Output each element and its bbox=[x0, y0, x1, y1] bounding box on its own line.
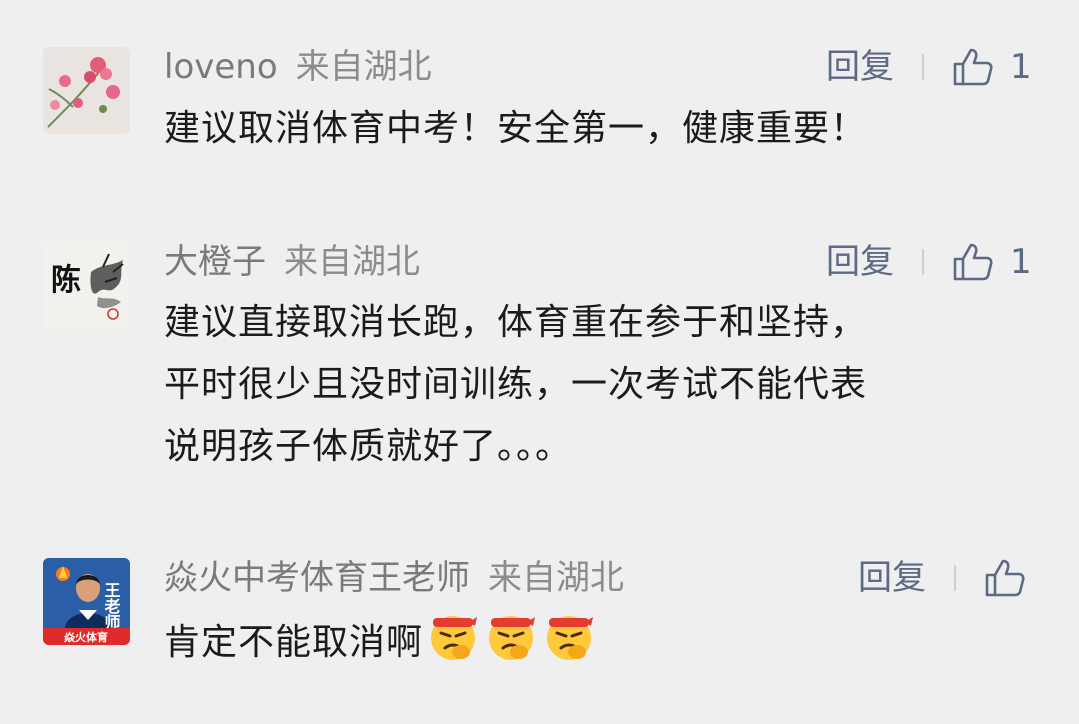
divider bbox=[922, 54, 924, 80]
thumbs-up-icon bbox=[953, 48, 993, 86]
comment-meta: 大橙子 来自湖北 bbox=[164, 240, 420, 284]
thumbs-up-icon bbox=[985, 559, 1025, 597]
comment-meta: loveno 来自湖北 bbox=[164, 45, 432, 89]
comment-text: 建议直接取消长跑，体育重在参于和坚持， 平时很少且没时间训练，一次考试不能代表 … bbox=[164, 292, 867, 478]
reply-button[interactable]: 回复 bbox=[826, 45, 894, 89]
reply-button[interactable]: 回复 bbox=[858, 556, 926, 600]
avatar-side-text: 王老师 bbox=[102, 582, 122, 631]
calligraphy-avatar-icon: 陈 bbox=[43, 242, 130, 329]
comment-actions: 回复 1 bbox=[826, 240, 1066, 284]
like-count: 1 bbox=[1010, 47, 1032, 87]
location-label: 来自湖北 bbox=[488, 558, 624, 598]
comment-text-line: 肯定不能取消啊 bbox=[164, 622, 424, 663]
angry-face-emoji bbox=[547, 616, 594, 660]
location-label: 来自湖北 bbox=[295, 47, 432, 87]
comment-actions: 回复 1 bbox=[826, 45, 1066, 89]
angry-face-emoji bbox=[431, 616, 478, 660]
username[interactable]: 大橙子 bbox=[164, 242, 266, 282]
reply-button[interactable]: 回复 bbox=[826, 240, 894, 284]
avatar[interactable]: 王老师 焱火体育 bbox=[43, 558, 130, 645]
flower-avatar-icon bbox=[43, 47, 130, 134]
divider bbox=[954, 565, 956, 591]
avatar-glyph: 陈 bbox=[51, 263, 81, 298]
username[interactable]: loveno bbox=[164, 47, 278, 87]
avatar[interactable]: 陈 bbox=[43, 242, 130, 329]
comment-text: 肯定不能取消啊 bbox=[164, 608, 597, 674]
comment-text-line: 建议直接取消长跑，体育重在参于和坚持， bbox=[164, 302, 868, 343]
like-count: 1 bbox=[1010, 242, 1032, 282]
comment-text-line: 建议取消体育中考！安全第一，健康重要！ bbox=[164, 108, 868, 149]
username[interactable]: 焱火中考体育王老师 bbox=[164, 558, 470, 598]
comment-meta: 焱火中考体育王老师 来自湖北 bbox=[164, 556, 624, 600]
comment-text: 建议取消体育中考！安全第一，健康重要！ bbox=[164, 98, 867, 160]
comment-text-line: 说明孩子体质就好了。。。 bbox=[164, 426, 573, 467]
thumbs-up-icon bbox=[953, 243, 993, 281]
comment-text-line-wrap: 肯定不能取消啊 bbox=[164, 608, 597, 674]
teacher-avatar-icon: 王老师 焱火体育 bbox=[43, 558, 130, 645]
angry-face-emoji bbox=[489, 616, 536, 660]
divider bbox=[922, 249, 924, 275]
avatar[interactable] bbox=[43, 47, 130, 134]
comment-actions: 回复 bbox=[858, 556, 1058, 600]
location-label: 来自湖北 bbox=[284, 242, 420, 282]
avatar-banner-text: 焱火体育 bbox=[63, 630, 108, 644]
comment-text-line: 平时很少且没时间训练，一次考试不能代表 bbox=[164, 364, 868, 405]
